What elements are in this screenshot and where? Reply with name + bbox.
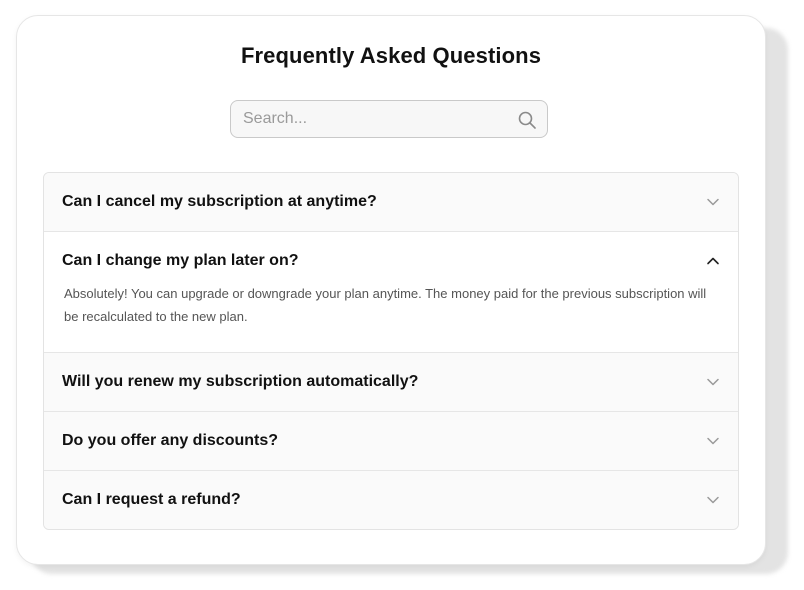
chevron-down-icon	[707, 496, 719, 504]
faq-item: Do you offer any discounts?	[44, 411, 738, 470]
chevron-down-icon	[707, 437, 719, 445]
chevron-down-icon	[707, 378, 719, 386]
faq-item-header[interactable]: Do you offer any discounts?	[44, 412, 738, 470]
faq-item: Can I cancel my subscription at anytime?	[44, 173, 738, 231]
faq-card: Frequently Asked Questions Can I cancel …	[16, 15, 766, 565]
page-title: Frequently Asked Questions	[240, 43, 542, 68]
faq-question: Can I cancel my subscription at anytime?	[62, 193, 377, 210]
chevron-down-icon	[707, 198, 719, 206]
faq-accordion: Can I cancel my subscription at anytime?…	[43, 172, 739, 530]
faq-item-header[interactable]: Will you renew my subscription automatic…	[44, 353, 738, 411]
search-icon[interactable]	[517, 110, 537, 130]
faq-item-header[interactable]: Can I change my plan later on?	[44, 232, 738, 290]
faq-item-header[interactable]: Can I request a refund?	[44, 471, 738, 529]
faq-answer: Absolutely! You can upgrade or downgrade…	[64, 286, 707, 324]
search-box[interactable]	[230, 100, 548, 138]
faq-item-header[interactable]: Can I cancel my subscription at anytime?	[44, 173, 738, 231]
faq-question: Can I change my plan later on?	[62, 252, 299, 269]
faq-item: Can I request a refund?	[44, 470, 738, 529]
faq-question: Will you renew my subscription automatic…	[62, 373, 419, 390]
faq-item: Will you renew my subscription automatic…	[44, 352, 738, 411]
chevron-up-icon	[707, 257, 719, 265]
faq-item: Can I change my plan later on? Absolutel…	[44, 231, 738, 352]
faq-question: Do you offer any discounts?	[62, 432, 279, 449]
search-input[interactable]	[243, 101, 503, 137]
faq-question: Can I request a refund?	[62, 491, 241, 508]
page: Frequently Asked Questions Can I cancel …	[0, 0, 804, 590]
